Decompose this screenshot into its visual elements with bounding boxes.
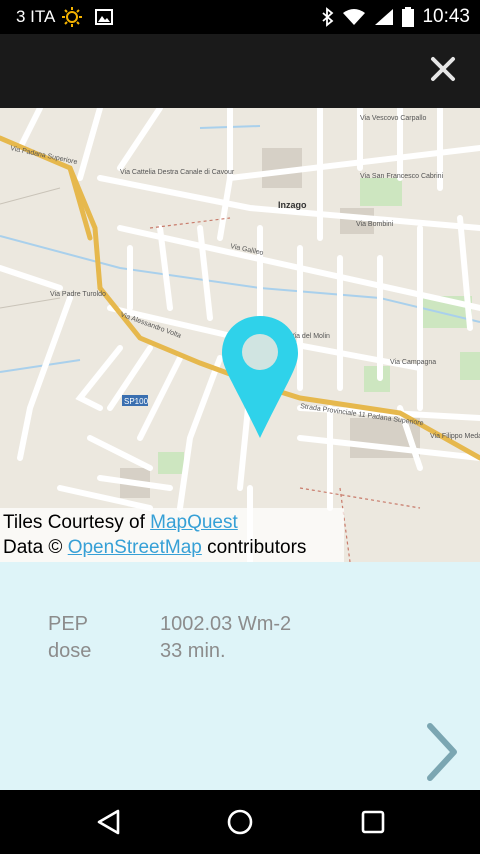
svg-text:Via Campagna: Via Campagna	[390, 359, 436, 366]
dose-label: dose	[48, 640, 92, 662]
image-icon	[95, 9, 114, 25]
weather-sun-icon	[61, 6, 83, 28]
carrier-label: 3 ITA	[16, 7, 56, 26]
clock: 10:43	[422, 6, 470, 27]
close-icon	[430, 56, 456, 87]
toolbar	[0, 34, 480, 108]
svg-text:Inzago: Inzago	[278, 200, 307, 210]
recents-button[interactable]	[358, 807, 388, 837]
signal-icon	[374, 8, 394, 26]
home-button[interactable]	[225, 807, 255, 837]
map-view[interactable]: Via Padana Superiore Strada Provinciale …	[0, 108, 480, 562]
mapquest-link[interactable]: MapQuest	[150, 512, 238, 533]
svg-text:Via Padre Turoldo: Via Padre Turoldo	[50, 291, 106, 298]
svg-text:Via Padana Superiore: Via Padana Superiore	[10, 145, 78, 166]
svg-text:Via Vescovo Carpallo: Via Vescovo Carpallo	[360, 115, 427, 122]
svg-text:Via Filippo Meda: Via Filippo Meda	[430, 433, 480, 440]
dose-value: 33 min.	[160, 640, 226, 662]
bluetooth-icon	[322, 7, 334, 27]
info-panel: PEP 1002.03 Wm-2 dose 33 min.	[0, 562, 480, 790]
openstreetmap-link[interactable]: OpenStreetMap	[68, 537, 202, 558]
svg-text:SP100: SP100	[124, 397, 149, 406]
attribution-data-text: Data ©	[3, 537, 68, 558]
pep-row: PEP 1002.03 Wm-2	[48, 613, 291, 636]
attribution-tiles-text: Tiles Courtesy of	[3, 512, 151, 533]
next-button[interactable]	[424, 722, 460, 782]
attribution-contributors-text: contributors	[201, 537, 307, 558]
wifi-icon	[342, 8, 366, 26]
close-button[interactable]	[428, 56, 458, 86]
chevron-right-icon	[424, 723, 460, 786]
status-bar: 3 ITA 10:43	[0, 0, 480, 34]
svg-text:Via San Francesco Cabrini: Via San Francesco Cabrini	[360, 173, 444, 180]
recents-icon	[358, 810, 388, 841]
battery-icon	[402, 7, 415, 27]
dose-row: dose 33 min.	[48, 640, 226, 663]
home-icon	[225, 809, 255, 841]
svg-text:Via Cattelia Destra Canale di: Via Cattelia Destra Canale di Cavour	[120, 169, 235, 176]
svg-text:Via Bombini: Via Bombini	[356, 221, 394, 228]
pep-label: PEP	[48, 613, 89, 635]
pep-value: 1002.03 Wm-2	[160, 613, 292, 635]
back-icon	[94, 809, 124, 841]
map-attribution: Tiles Courtesy of MapQuest Data © OpenSt…	[0, 508, 344, 562]
navigation-bar	[0, 790, 480, 854]
location-pin-icon[interactable]	[220, 314, 300, 443]
back-button[interactable]	[94, 807, 124, 837]
